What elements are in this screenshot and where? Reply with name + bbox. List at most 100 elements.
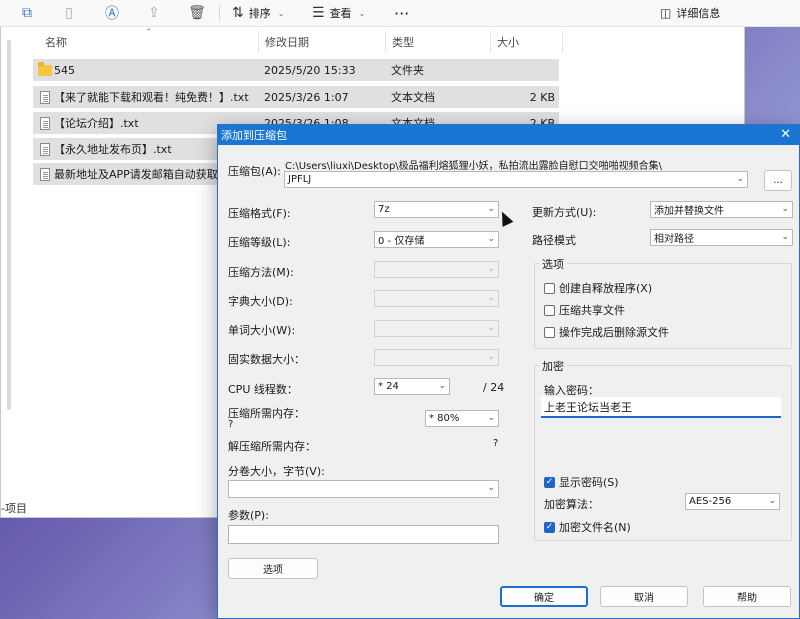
archive-name-value: JPFLJ — [288, 174, 312, 185]
status-bar-text: -项目 — [1, 502, 27, 515]
chevron-down-icon: ⌄ — [781, 232, 789, 242]
share-icon[interactable]: ⇪ — [144, 4, 164, 22]
update-mode-select[interactable]: 添加并替换文件 ⌄ — [650, 201, 793, 218]
encryption-method-value: AES-256 — [689, 496, 732, 507]
encrypt-names-checkbox[interactable]: ✓ 加密文件名(N) — [544, 519, 631, 535]
folder-icon — [38, 61, 52, 77]
browse-button[interactable]: ... — [764, 170, 792, 191]
more-options-button[interactable]: ··· — [394, 4, 409, 23]
options-button[interactable]: 选项 — [228, 558, 318, 579]
password-value: 上老王论坛当老王 — [544, 400, 632, 414]
options-group-title: 选项 — [539, 256, 567, 272]
format-select[interactable]: 7z ⌄ — [374, 201, 499, 218]
delete-icon[interactable]: 🗑 — [187, 4, 207, 22]
column-size[interactable]: 大小 — [491, 31, 563, 53]
file-name: 【永久地址发布页】.txt — [54, 143, 172, 156]
file-size: 2 KB — [529, 90, 555, 104]
vertical-scrollbar[interactable] — [7, 40, 11, 410]
cancel-button[interactable]: 取消 — [600, 586, 688, 607]
ok-label: 确定 — [534, 593, 554, 604]
details-pane-icon: ◫ — [660, 6, 672, 20]
show-password-checkbox[interactable]: ✓ 显示密码(S) — [544, 474, 619, 490]
password-input[interactable]: 上老王论坛当老王 — [541, 397, 781, 418]
options-group: 选项 创建自释放程序(X) 压缩共享文件 操作完成后删除源文件 — [534, 256, 792, 349]
checkbox-box — [544, 326, 555, 338]
chevron-down-icon: ⌄ — [781, 204, 789, 214]
chevron-down-icon: ⌄ — [768, 496, 776, 506]
file-name: 545 — [54, 63, 75, 77]
checkbox-box — [544, 304, 555, 316]
file-name: 【来了就能下载和观看！纯免费！】.txt — [54, 91, 249, 104]
view-button[interactable]: ☰ 查看 ⌄ — [312, 4, 365, 22]
column-modified[interactable]: 修改日期 — [259, 31, 386, 53]
archive-name-combo[interactable]: JPFLJ ⌄ — [284, 171, 748, 188]
cancel-label: 取消 — [634, 593, 654, 604]
file-date: 2025/5/20 15:33 — [264, 63, 356, 77]
file-date: 2025/3/26 1:07 — [264, 90, 349, 104]
file-row[interactable]: 545 2025/5/20 15:33 文件夹 — [33, 59, 559, 81]
path-mode-select[interactable]: 相对路径 ⌄ — [650, 229, 793, 246]
sort-caret-icon: ⌃ — [145, 28, 153, 38]
checkbox-box — [544, 282, 555, 294]
cpu-value: * 24 — [378, 381, 399, 392]
encryption-method-select[interactable]: AES-256 ⌄ — [685, 493, 780, 510]
level-select[interactable]: 0 - 仅存储 ⌄ — [374, 231, 499, 248]
explorer-toolbar: ⧉ ▯ Ⓐ ⇪ 🗑 ⇅ 排序 ⌄ ☰ 查看 ⌄ ··· ◫ 详细信息 — [0, 0, 800, 27]
details-pane-button[interactable]: ◫ 详细信息 — [660, 4, 720, 22]
memory-compress-label: 压缩所需内存： — [228, 407, 305, 420]
sort-button[interactable]: ⇅ 排序 ⌄ — [232, 4, 284, 22]
volume-size-combo[interactable]: ⌄ — [228, 480, 499, 498]
memory-decompress-label: 解压缩所需内存： — [228, 440, 316, 453]
copy-icon[interactable]: ⧉ — [17, 4, 37, 22]
delete-after-checkbox[interactable]: 操作完成后删除源文件 — [544, 324, 669, 340]
solid-label: 固实数据大小： — [228, 353, 305, 366]
cpu-select[interactable]: * 24 ⌄ — [374, 378, 450, 395]
archive-path: C:\Users\liuxi\Desktop\极品福利熔狐狸小妖，私拍流出露脸自… — [285, 161, 663, 172]
paste-icon[interactable]: ▯ — [59, 4, 79, 22]
chevron-down-icon: ⌄ — [487, 413, 495, 423]
file-type: 文本文档 — [391, 91, 435, 104]
memory-percent-select[interactable]: * 80% ⌄ — [425, 410, 499, 427]
cpu-total: / 24 — [483, 381, 505, 394]
chevron-down-icon: ⌄ — [736, 174, 744, 184]
show-password-label: 显示密码(S) — [559, 476, 619, 489]
dict-label: 字典大小(D): — [228, 295, 293, 308]
compress-shared-checkbox[interactable]: 压缩共享文件 — [544, 302, 625, 318]
level-label: 压缩等级(L): — [228, 236, 291, 249]
chevron-down-icon: ⌄ — [487, 234, 495, 244]
mouse-cursor-icon — [496, 209, 514, 227]
help-button[interactable]: 帮助 — [703, 586, 791, 607]
path-mode-value: 相对路径 — [654, 234, 694, 245]
file-row[interactable]: 【来了就能下载和观看！纯免费！】.txt 2025/3/26 1:07 文本文档… — [33, 86, 559, 108]
memory-decompress-value: ? — [493, 438, 499, 449]
solid-select[interactable]: ⌄ — [374, 349, 499, 366]
update-mode-label: 更新方式(U): — [532, 206, 597, 219]
text-file-icon — [38, 116, 52, 130]
column-modified-label: 修改日期 — [265, 36, 309, 49]
chevron-down-icon: ⌄ — [277, 8, 285, 18]
text-file-icon — [38, 90, 52, 104]
chevron-down-icon: ⌄ — [487, 352, 495, 362]
chevron-down-icon: ⌄ — [487, 483, 495, 493]
chevron-down-icon: ⌄ — [487, 264, 495, 274]
rename-icon[interactable]: Ⓐ — [102, 4, 122, 22]
word-label: 单词大小(W): — [228, 324, 296, 337]
password-label: 输入密码： — [544, 384, 599, 397]
level-value: 0 - 仅存储 — [378, 236, 425, 247]
column-type[interactable]: 类型 — [386, 31, 491, 53]
dialog-title-bar[interactable]: 添加到压缩包 ✕ — [218, 125, 799, 145]
format-value: 7z — [378, 204, 390, 215]
encryption-method-label: 加密算法： — [544, 498, 599, 511]
word-select[interactable]: ⌄ — [374, 320, 499, 337]
create-sfx-checkbox[interactable]: 创建自释放程序(X) — [544, 280, 652, 296]
text-file-icon — [38, 142, 52, 156]
chevron-down-icon: ⌄ — [487, 204, 495, 214]
ok-button[interactable]: 确定 — [500, 586, 588, 607]
params-input[interactable] — [228, 525, 499, 544]
cpu-label: CPU 线程数： — [228, 383, 298, 396]
params-label: 参数(P): — [228, 509, 269, 522]
close-icon[interactable]: ✕ — [780, 127, 791, 142]
method-select[interactable]: ⌄ — [374, 261, 499, 278]
dict-select[interactable]: ⌄ — [374, 290, 499, 307]
method-label: 压缩方法(M): — [228, 266, 294, 279]
